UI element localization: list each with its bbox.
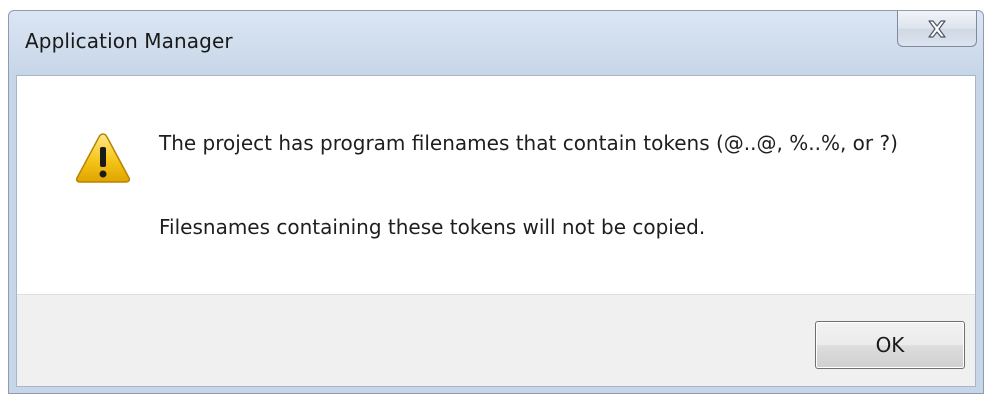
dialog-window: Application Manager The project has prog… xyxy=(8,10,984,394)
button-area: OK xyxy=(17,294,975,386)
close-icon xyxy=(928,20,946,38)
message-area: The project has program filenames that c… xyxy=(17,76,975,294)
message-text-primary: The project has program filenames that c… xyxy=(159,131,898,155)
message-text-secondary: Filesnames containing these tokens will … xyxy=(159,215,706,239)
close-button[interactable] xyxy=(897,11,977,47)
ok-button[interactable]: OK xyxy=(815,321,965,369)
dialog-body: The project has program filenames that c… xyxy=(16,75,976,387)
window-title: Application Manager xyxy=(25,29,233,53)
title-bar[interactable]: Application Manager xyxy=(9,11,983,75)
warning-icon xyxy=(75,133,131,183)
